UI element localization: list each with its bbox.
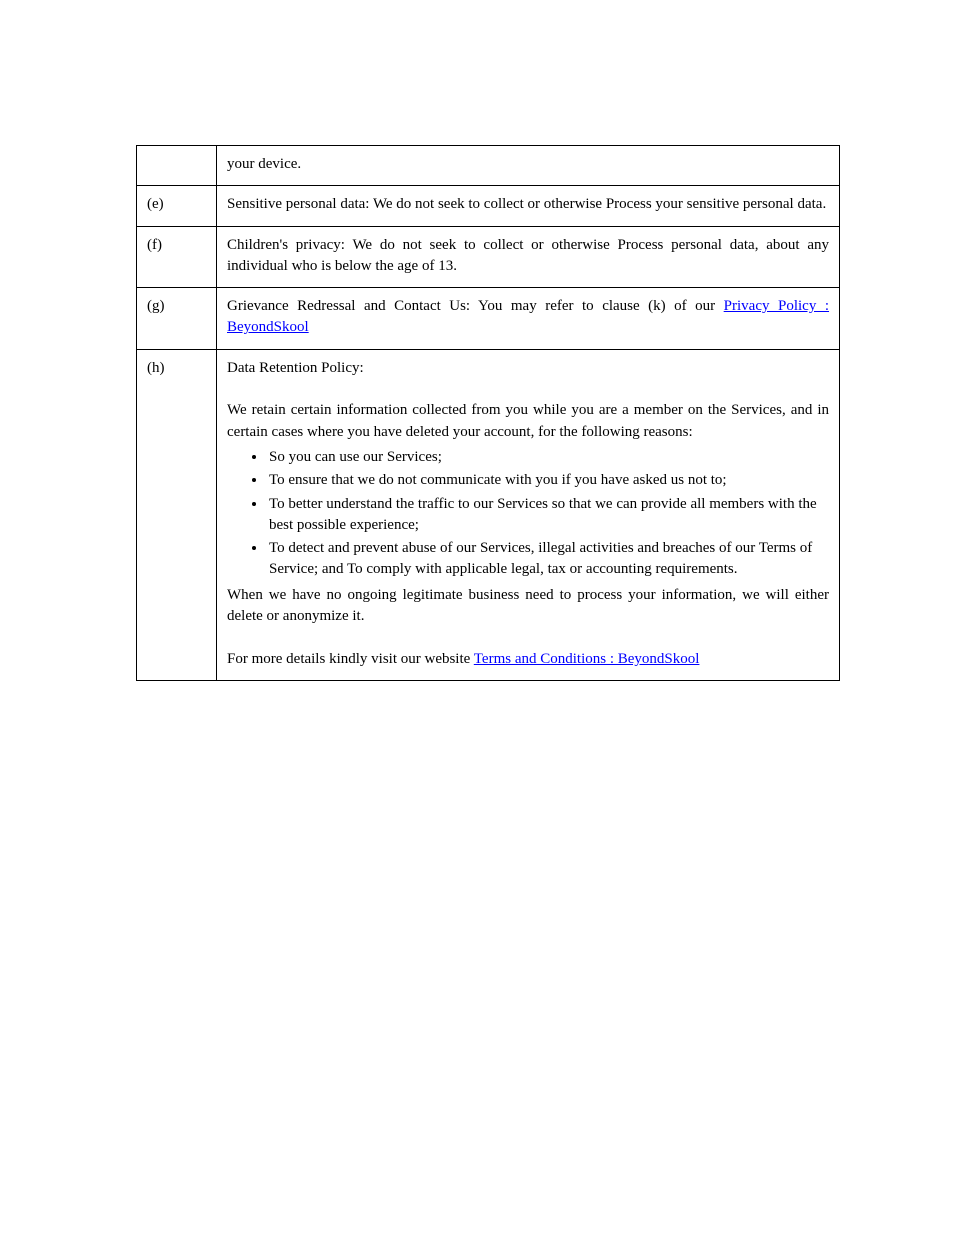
- row-label: (e): [137, 186, 217, 226]
- row-label: (f): [137, 226, 217, 288]
- list-item: To detect and prevent abuse of our Servi…: [267, 538, 829, 581]
- table-row: (g)Grievance Redressal and Contact Us: Y…: [137, 288, 840, 350]
- table-row: (e)Sensitive personal data: We do not se…: [137, 186, 840, 226]
- row-label: (h): [137, 349, 217, 680]
- list-item: So you can use our Services;: [267, 447, 829, 468]
- list-item: To ensure that we do not communicate wit…: [267, 470, 829, 491]
- content-table: your device.(e)Sensitive personal data: …: [136, 145, 840, 681]
- terms-link[interactable]: Terms and Conditions : BeyondSkool: [474, 651, 700, 667]
- table-row: (f)Children's privacy: We do not seek to…: [137, 226, 840, 288]
- table-row: your device.: [137, 146, 840, 186]
- row-body: Sensitive personal data: We do not seek …: [217, 186, 840, 226]
- row-body: Children's privacy: We do not seek to co…: [217, 226, 840, 288]
- row-body: your device.: [217, 146, 840, 186]
- list-item: To better understand the traffic to our …: [267, 494, 829, 537]
- row-body: Data Retention Policy:We retain certain …: [217, 349, 840, 680]
- row-body: Grievance Redressal and Contact Us: You …: [217, 288, 840, 350]
- row-label: [137, 146, 217, 186]
- row-label: (g): [137, 288, 217, 350]
- page: your device.(e)Sensitive personal data: …: [0, 0, 954, 1235]
- privacy-policy-link[interactable]: Privacy Policy : BeyondSkool: [227, 298, 829, 335]
- table-row: (h)Data Retention Policy:We retain certa…: [137, 349, 840, 680]
